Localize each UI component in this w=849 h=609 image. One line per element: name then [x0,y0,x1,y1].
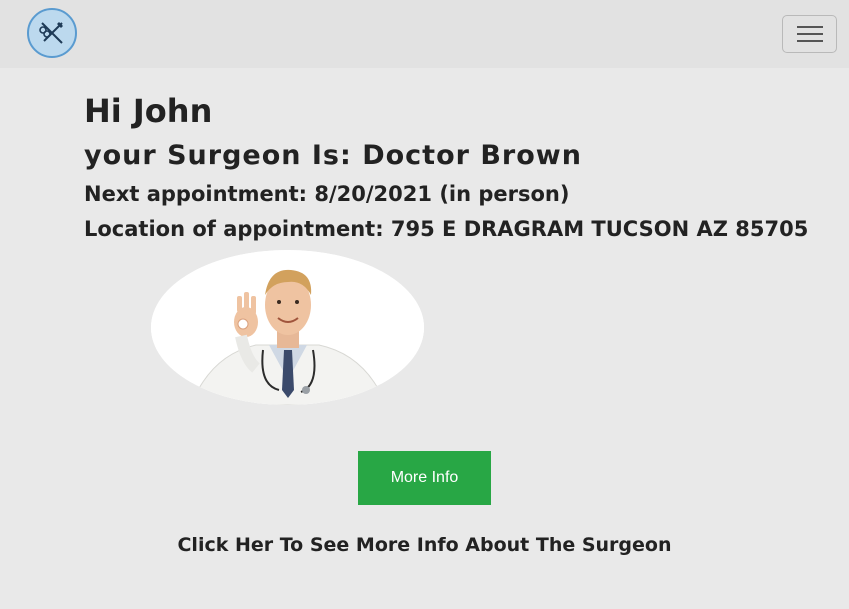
menu-bar-top [797,26,823,28]
menu-bar-middle [797,33,823,35]
appointment-location: Location of appointment: 795 E DRAGRAM T… [84,217,809,241]
more-info-button[interactable]: More Info [358,451,491,505]
menu-bar-bottom [797,40,823,42]
more-info-link[interactable]: Click Her To See More Info About The Sur… [0,534,849,556]
surgeon-name: your Surgeon Is: Doctor Brown [84,140,582,171]
hamburger-menu-icon[interactable] [782,15,837,53]
navbar [0,0,849,68]
surgical-tools-icon[interactable] [27,8,77,58]
greeting-heading: Hi John [84,92,213,130]
surgeon-photo [151,250,424,405]
next-appointment: Next appointment: 8/20/2021 (in person) [84,182,570,206]
